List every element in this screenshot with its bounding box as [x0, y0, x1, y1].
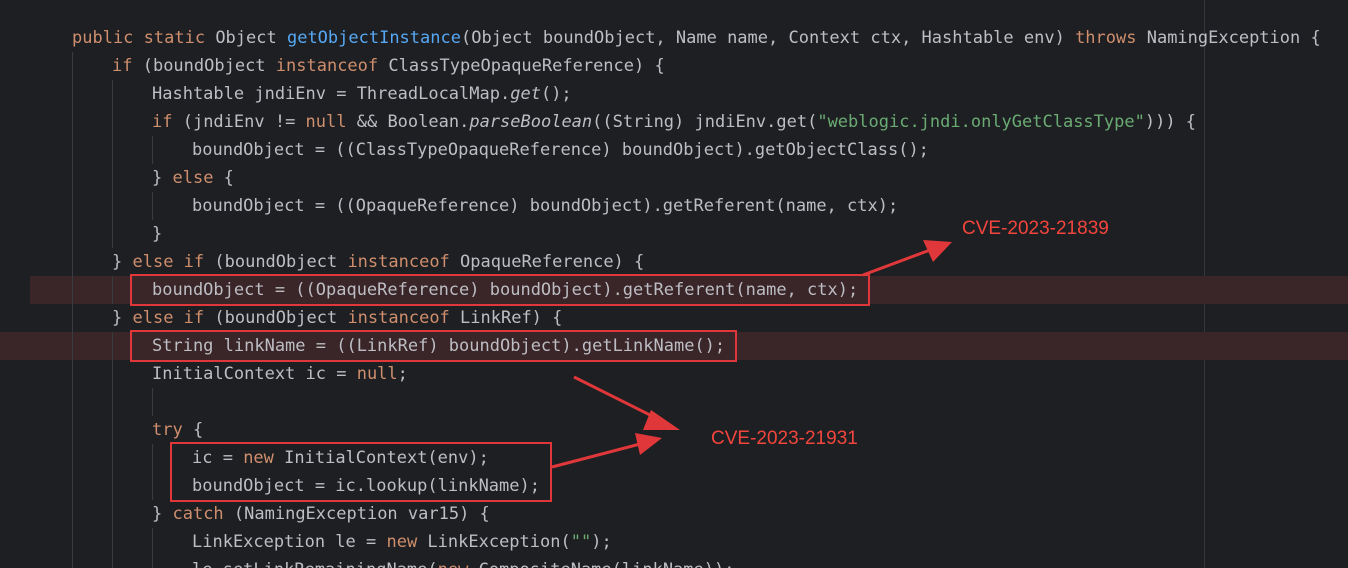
arrow-shaft: [551, 442, 641, 469]
cve-2023-21931-label: CVE-2023-21931: [711, 428, 858, 449]
arrow-cve-2023-21931-upper: [573, 375, 680, 430]
arrow-shaft: [862, 248, 931, 277]
arrow-shaft: [573, 375, 661, 422]
annotation-arrows: [551, 240, 952, 469]
arrow-cve-2023-21931-lower: [551, 433, 662, 469]
arrow-cve-2023-21839: [862, 240, 952, 277]
cve-2023-21839-label: CVE-2023-21839: [962, 218, 1109, 239]
code-editor[interactable]: public static Object getObjectInstance(O…: [0, 0, 1348, 568]
arrow-head: [635, 433, 662, 455]
